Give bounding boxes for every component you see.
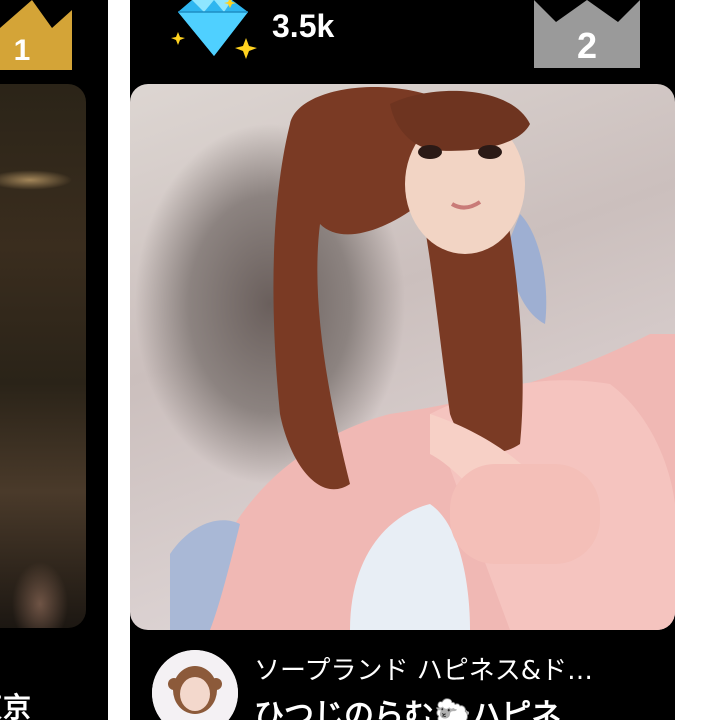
diamond-icon [170, 0, 260, 62]
rank-number: 2 [577, 25, 597, 66]
background-gap [675, 0, 720, 720]
ranking-card-rank-1[interactable]: 1 東京 [0, 0, 108, 720]
profile-photo[interactable] [0, 84, 86, 628]
crown-icon: 2 [534, 0, 640, 68]
avatar[interactable] [152, 650, 238, 720]
girl-name: ひつじのらむ🐑ハピネ [254, 698, 562, 720]
store-name: ソープランド ハピネス&ド… [254, 656, 593, 686]
card-name-partial: 東京 [0, 691, 33, 720]
rank-number: 1 [14, 34, 31, 67]
profile-photo[interactable] [130, 84, 675, 630]
score-value: 3.5k [272, 8, 335, 44]
ranking-card-rank-2[interactable]: 3.5k 2 ソープランド ハピネス&ド… ひつじのらむ🐑ハピネ [130, 0, 675, 720]
crown-icon: 1 [0, 0, 72, 70]
